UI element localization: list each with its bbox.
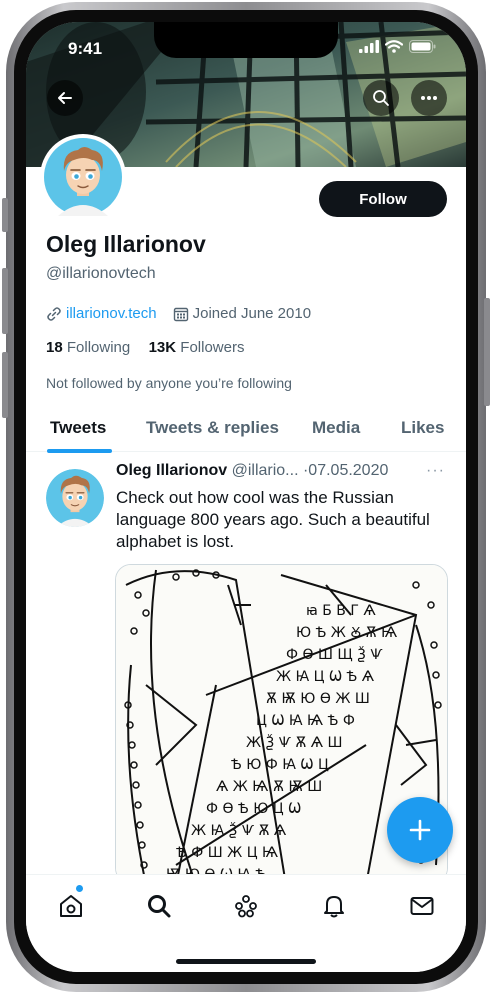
notch (154, 22, 338, 58)
svg-text:Ѧ Ж Ѩ Ѫ Ѭ Ш: Ѧ Ж Ѩ Ѫ Ѭ Ш (216, 779, 322, 795)
profile-name: Oleg Illarionov (46, 231, 206, 257)
followers-count: 13K (148, 339, 177, 356)
profile-handle: @illarionovtech (46, 265, 156, 282)
svg-text:Ѣ Ю Ф Ꙗ Ѡ Ц: Ѣ Ю Ф Ꙗ Ѡ Ц (231, 757, 329, 773)
svg-text:Ѣ Ф Ш Ж Ц Ѩ: Ѣ Ф Ш Ж Ц Ѩ (176, 845, 278, 861)
nav-notifications[interactable] (319, 891, 349, 921)
bell-icon (324, 896, 344, 918)
tweet-avatar[interactable] (46, 469, 104, 527)
more-button[interactable] (411, 80, 447, 116)
home-icon (60, 895, 82, 917)
avatar-image (44, 138, 122, 216)
followers-label: Followers (180, 339, 245, 356)
svg-text:Ю Ѣ Ж Ꙋ Ѫ Ѩ: Ю Ѣ Ж Ꙋ Ѫ Ѩ (296, 625, 397, 641)
tweet-more-button[interactable]: ··· (426, 462, 445, 480)
nav-search[interactable] (144, 891, 174, 921)
screen: 9:41 Follow Oleg Illarionov @illarionovt… (26, 22, 466, 972)
tab-tweets[interactable]: Tweets (50, 418, 106, 438)
tweet-author-handle: @illario... (231, 462, 299, 479)
follow-counts: 18 Following 13K Followers (46, 339, 244, 356)
profile-avatar[interactable] (40, 134, 126, 220)
wifi-icon (385, 40, 403, 53)
tab-media[interactable]: Media (312, 418, 360, 438)
tab-likes[interactable]: Likes (401, 418, 444, 438)
search-button[interactable] (363, 80, 399, 116)
svg-text:Ц Ѡ Ꙗ Ѩ Ѣ Ф: Ц Ѡ Ꙗ Ѩ Ѣ Ф (256, 713, 355, 729)
search-icon (148, 895, 171, 918)
svg-text:Ѫ Ѭ Ю Ѳ Ж Ш: Ѫ Ѭ Ю Ѳ Ж Ш (266, 691, 370, 707)
following-link[interactable]: 18 Following (46, 339, 130, 356)
tweet-author-name[interactable]: Oleg Illarionov (116, 462, 227, 479)
following-count: 18 (46, 339, 63, 356)
plus-icon (409, 819, 431, 841)
bottom-nav (26, 874, 466, 972)
svg-text:ꙗ Б В Г Ѧ: ꙗ Б В Г Ѧ (306, 603, 376, 619)
nav-spaces[interactable] (231, 891, 261, 921)
volume-down-button (2, 352, 8, 418)
svg-text:Ф Ѳ Ѣ Ю Ц Ѡ: Ф Ѳ Ѣ Ю Ц Ѡ (206, 801, 301, 817)
following-label: Following (66, 339, 131, 356)
arrow-left-icon (58, 92, 72, 104)
power-button (484, 298, 490, 406)
compose-tweet-button[interactable] (387, 797, 453, 863)
tab-tweets-replies[interactable]: Tweets & replies (146, 418, 279, 438)
spaces-icon (235, 895, 257, 918)
nav-messages[interactable] (407, 891, 437, 921)
mail-icon (410, 897, 434, 915)
home-indicator (176, 959, 316, 964)
home-notification-dot (76, 885, 83, 892)
avatar-image (46, 469, 104, 527)
tweet-header: Oleg Illarionov @illario... ·07.05.2020 (116, 462, 388, 480)
more-dots-icon (421, 96, 437, 100)
signal-icon (359, 40, 379, 53)
svg-text:Ф Ѳ Ш Щ Ѯ Ѱ: Ф Ѳ Ш Щ Ѯ Ѱ (286, 646, 383, 663)
svg-text:Ж Ꙗ Ѯ Ѱ Ѫ Ѧ: Ж Ꙗ Ѯ Ѱ Ѫ Ѧ (191, 822, 287, 839)
link-icon (47, 306, 61, 321)
battery-icon (409, 40, 436, 53)
status-time: 9:41 (68, 39, 103, 58)
nav-home[interactable] (56, 891, 86, 921)
active-tab-indicator (47, 449, 112, 453)
profile-meta: illarionov.tech Joined June 2010 (46, 305, 311, 322)
calendar-icon (173, 307, 188, 321)
website-link[interactable]: illarionov.tech (66, 305, 157, 322)
volume-up-button (2, 268, 8, 334)
svg-text:Ж Ѯ Ѱ Ѫ Ѧ Ш: Ж Ѯ Ѱ Ѫ Ѧ Ш (246, 734, 343, 751)
joined-date: Joined June 2010 (192, 305, 312, 322)
search-icon (373, 90, 389, 106)
side-button (2, 198, 8, 232)
svg-text:Ж Ꙗ Ц Ѡ Ѣ Ѧ: Ж Ꙗ Ц Ѡ Ѣ Ѧ (276, 669, 375, 685)
tweet-date[interactable]: 07.05.2020 (308, 462, 388, 479)
not-followed-text: Not followed by anyone you’re following (46, 375, 292, 391)
tweet-text: Check out how cool was the Russian langu… (116, 488, 430, 551)
back-button[interactable] (47, 80, 83, 116)
followers-link[interactable]: 13K Followers (149, 339, 245, 356)
status-icons (359, 40, 436, 53)
profile-tabs: Tweets Tweets & replies Media Likes (26, 406, 466, 453)
follow-button[interactable]: Follow (319, 181, 447, 217)
